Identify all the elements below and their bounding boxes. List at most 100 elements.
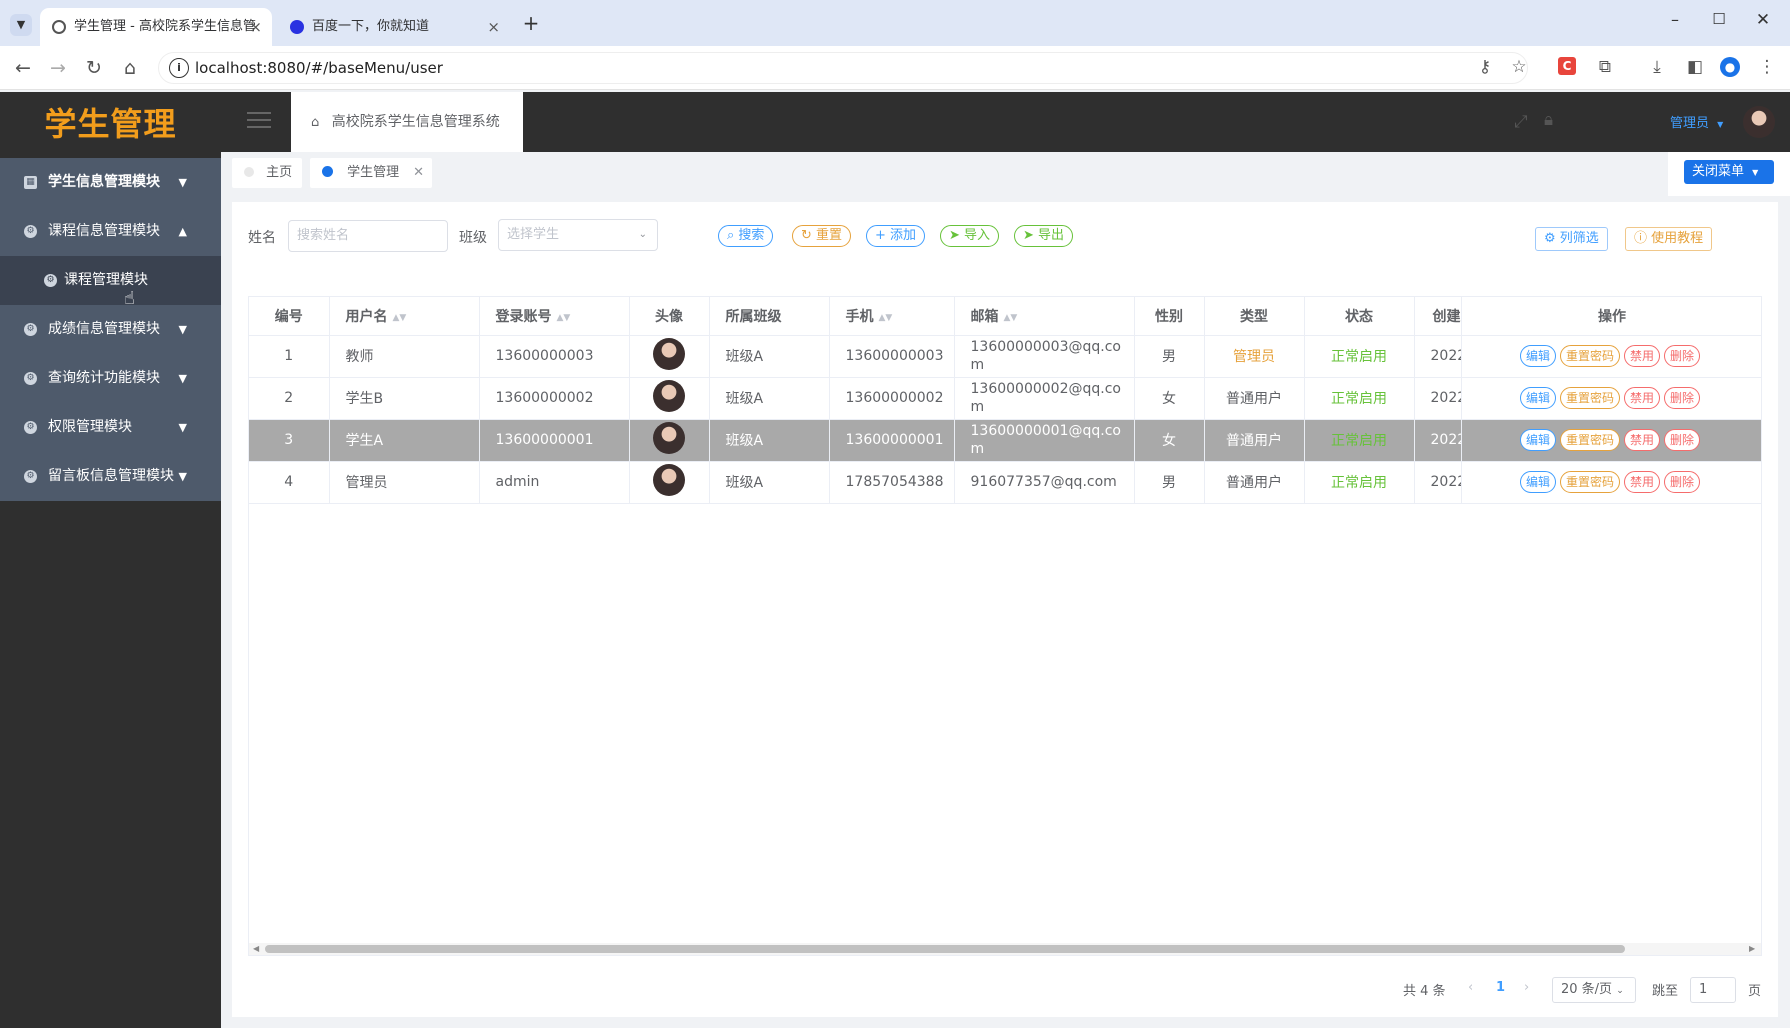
close-icon[interactable]: × [249, 8, 262, 46]
chevron-down-icon: ⌄ [1616, 986, 1624, 996]
col-header-sortable[interactable]: 邮箱 ▲▼ [954, 297, 1135, 336]
sidebar-item-statistics[interactable]: ⚙ 查询统计功能模块 ▼ [0, 354, 221, 403]
browser-tab[interactable]: 百度一下，你就知道 × [278, 8, 510, 46]
sort-icon[interactable]: ▲▼ [557, 313, 571, 323]
disable-button[interactable]: 禁用 [1624, 387, 1661, 409]
col-header-sortable[interactable]: 登录账号 ▲▼ [479, 297, 630, 336]
breadcrumb[interactable]: ⌂ 高校院系学生信息管理系统 [291, 92, 523, 152]
class-select[interactable]: 选择学生 ⌄ [498, 219, 658, 251]
caret-down-icon: ▼ [1752, 168, 1759, 177]
puzzle-extensions-icon[interactable]: ⧉ [1594, 56, 1616, 78]
cell-class: 班级A [709, 335, 830, 378]
close-icon[interactable]: × [487, 8, 500, 46]
plus-icon: + [875, 228, 886, 243]
sidebar-item-permissions[interactable]: ⚙ 权限管理模块 ▼ [0, 403, 221, 452]
horizontal-scrollbar[interactable]: ◀ ▶ [249, 943, 1761, 955]
sort-icon[interactable]: ▲▼ [879, 313, 893, 323]
export-button[interactable]: ➤ 导出 [1014, 225, 1074, 247]
avatar [653, 380, 685, 412]
name-search-input[interactable]: 搜索姓名 [288, 220, 448, 252]
reset-password-button[interactable]: 重置密码 [1559, 471, 1620, 493]
cell-username: 学生B [329, 377, 480, 420]
tag-current[interactable]: 学生管理 ✕ [310, 158, 432, 188]
cell-class: 班级A [709, 377, 830, 420]
page-number[interactable]: 1 [1496, 980, 1505, 995]
edit-button[interactable]: 编辑 [1519, 387, 1556, 409]
site-info-icon[interactable]: i [169, 58, 189, 78]
edit-button[interactable]: 编辑 [1519, 345, 1556, 367]
cell-type: 管理员 [1204, 335, 1305, 378]
cell-actions: 编辑 重置密码 禁用 删除 [1461, 335, 1761, 378]
reset-button-label: 重置 [816, 228, 843, 243]
bookmark-star-icon[interactable]: ☆ [1508, 56, 1530, 78]
sidebar-item-grades[interactable]: ⚙ 成绩信息管理模块 ▼ [0, 305, 221, 354]
delete-button[interactable]: 删除 [1664, 387, 1701, 409]
close-menu-button[interactable]: 关闭菜单 ▼ [1684, 160, 1774, 184]
reset-button[interactable]: ↻ 重置 [792, 225, 852, 247]
more-menu-icon[interactable]: ⋮ [1756, 56, 1778, 78]
user-dropdown[interactable]: 管理员 ▼ [1670, 112, 1723, 131]
reset-password-button[interactable]: 重置密码 [1559, 345, 1620, 367]
scrollbar-thumb[interactable] [265, 945, 1625, 953]
close-menu-dropdown[interactable]: 关闭菜单 ▼ [1668, 152, 1790, 196]
url-text[interactable]: localhost:8080/#/baseMenu/user [195, 53, 443, 83]
maximize-icon[interactable]: ☐ [1708, 10, 1730, 32]
password-key-icon[interactable]: ⚷ [1474, 56, 1496, 78]
disable-button[interactable]: 禁用 [1624, 345, 1661, 367]
gear-icon: ⚙ [1544, 231, 1556, 246]
goto-page-input[interactable]: 1 [1690, 977, 1736, 1003]
prev-page-icon[interactable]: ‹ [1468, 980, 1473, 995]
search-button[interactable]: ⌕ 搜索 [718, 225, 774, 247]
forward-icon[interactable]: → [45, 55, 71, 81]
reset-password-button[interactable]: 重置密码 [1559, 429, 1620, 451]
table-row-selected[interactable]: 3 学生A 13600000001 班级A 13600000001 136000… [249, 419, 1761, 462]
reload-icon[interactable]: ↻ [81, 55, 107, 81]
edit-button[interactable]: 编辑 [1519, 429, 1556, 451]
close-icon[interactable]: ✕ [413, 158, 424, 188]
minimize-icon[interactable]: – [1664, 10, 1686, 32]
sidebar-item-student-info[interactable]: ▦ 学生信息管理模块 ▼ [0, 158, 221, 207]
add-button[interactable]: + 添加 [866, 225, 926, 247]
user-avatar[interactable] [1743, 106, 1775, 138]
delete-button[interactable]: 删除 [1664, 429, 1701, 451]
side-panel-icon[interactable]: ◧ [1684, 56, 1706, 78]
profile-icon[interactable]: ● [1720, 57, 1740, 77]
tutorial-button[interactable]: ⓘ 使用教程 [1625, 227, 1713, 251]
page-size-select[interactable]: 20 条/页 ⌄ [1552, 977, 1636, 1003]
back-icon[interactable]: ← [10, 55, 36, 81]
tag-home[interactable]: 主页 [232, 158, 302, 188]
col-header-sortable[interactable]: 手机 ▲▼ [829, 297, 955, 336]
home-icon[interactable]: ⌂ [117, 55, 143, 81]
fullscreen-icon[interactable]: ⤢ [1514, 112, 1528, 132]
sidebar-subitem-course-manage[interactable]: ⚙ 课程管理模块 [0, 256, 221, 305]
tab-list-dropdown[interactable]: ▼ [10, 14, 32, 36]
cell-actions: 编辑 重置密码 禁用 删除 [1461, 377, 1761, 420]
address-bar[interactable]: i localhost:8080/#/baseMenu/user [158, 52, 1528, 84]
next-page-icon[interactable]: › [1524, 980, 1529, 995]
table-row[interactable]: 2 学生B 13600000002 班级A 13600000002 136000… [249, 377, 1761, 420]
table-row[interactable]: 4 管理员 admin 班级A 17857054388 916077357@qq… [249, 461, 1761, 504]
browser-tab-active[interactable]: 学生管理 - 高校院系学生信息管 × [40, 8, 272, 46]
download-icon[interactable]: ⤓ [1646, 56, 1668, 78]
disable-button[interactable]: 禁用 [1624, 471, 1661, 493]
disable-button[interactable]: 禁用 [1624, 429, 1661, 451]
hamburger-menu-icon[interactable] [247, 112, 271, 130]
scroll-right-icon[interactable]: ▶ [1749, 943, 1755, 955]
lock-icon[interactable]: 🔒︎ [1544, 110, 1553, 130]
sort-icon[interactable]: ▲▼ [393, 313, 407, 323]
reset-password-button[interactable]: 重置密码 [1559, 387, 1620, 409]
table-row[interactable]: 1 教师 13600000003 班级A 13600000003 1360000… [249, 335, 1761, 378]
sidebar-item-course-info[interactable]: ⚙ 课程信息管理模块 ▲ [0, 207, 221, 256]
import-button[interactable]: ➤ 导入 [940, 225, 1000, 247]
new-tab-button[interactable]: + [520, 12, 542, 34]
delete-button[interactable]: 删除 [1664, 345, 1701, 367]
delete-button[interactable]: 删除 [1664, 471, 1701, 493]
col-header-sortable[interactable]: 用户名 ▲▼ [329, 297, 480, 336]
scroll-left-icon[interactable]: ◀ [253, 943, 259, 955]
window-close-icon[interactable]: ✕ [1752, 10, 1774, 32]
column-filter-button[interactable]: ⚙ 列筛选 [1535, 227, 1608, 251]
sort-icon[interactable]: ▲▼ [1004, 313, 1018, 323]
extension-icon[interactable]: C [1558, 57, 1576, 75]
sidebar-item-message-board[interactable]: ⚙ 留言板信息管理模块 ▼ [0, 452, 221, 501]
edit-button[interactable]: 编辑 [1519, 471, 1556, 493]
